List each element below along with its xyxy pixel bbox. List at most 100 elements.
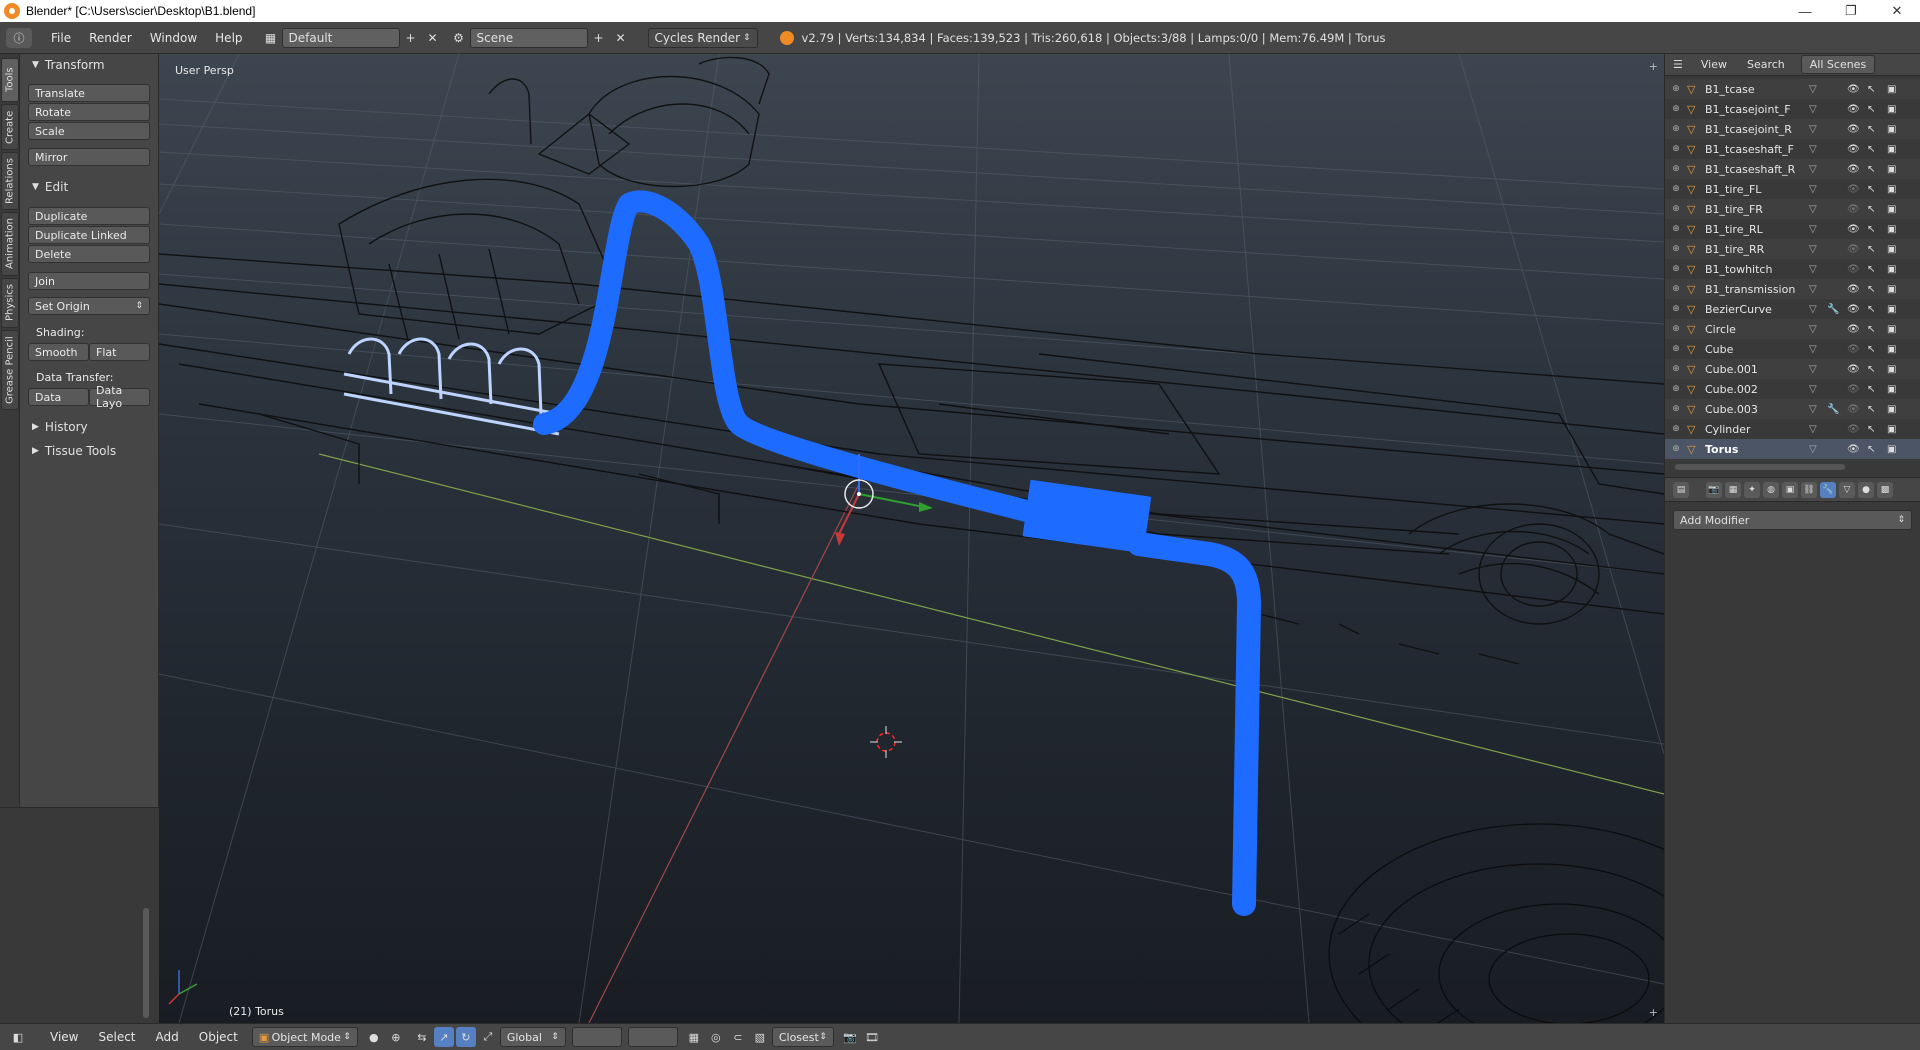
duplicate-button[interactable]: Duplicate [28,207,150,225]
add-modifier-select[interactable]: Add Modifier ⇕ [1673,510,1912,530]
outliner-item[interactable]: ⊕ ▽ B1_tire_FL ▽ 👁 ↖ ▣ [1665,179,1920,199]
tab-animation[interactable]: Animation [1,212,19,276]
outliner-item-name[interactable]: B1_tcasejoint_R [1705,123,1809,136]
camera-render-icon[interactable]: ▣ [1887,384,1896,395]
outliner-editor-icon[interactable]: ☰ [1665,58,1691,71]
mesh-data-icon[interactable]: ▽ [1809,144,1827,155]
outliner-search-menu[interactable]: Search [1737,58,1795,71]
camera-render-icon[interactable]: ▣ [1887,184,1896,195]
viewport-corner-plus-icon-bottom[interactable]: + [1649,1006,1658,1019]
viewport-shading-icon[interactable]: ● [364,1027,384,1047]
cursor-select-icon[interactable]: ↖ [1867,444,1875,455]
camera-render-icon[interactable]: ▣ [1887,364,1896,375]
outliner-item[interactable]: ⊕ ▽ B1_tcaseshaft_F ▽ 👁 ↖ ▣ [1665,139,1920,159]
cursor-select-icon[interactable]: ↖ [1867,304,1875,315]
tab-create[interactable]: Create [1,104,19,150]
outliner-item[interactable]: ⊕ ▽ B1_transmission ▽ 👁 ↖ ▣ [1665,279,1920,299]
minimize-button[interactable]: — [1782,0,1828,22]
mesh-data-icon[interactable]: ▽ [1809,424,1827,435]
texture-tab-icon[interactable]: ▩ [1877,481,1893,498]
outliner-item[interactable]: ⊕ ▽ B1_tcase ▽ 👁 ↖ ▣ [1665,79,1920,99]
scene-field[interactable]: Scene [469,27,588,48]
outliner-item-name[interactable]: Cube [1705,343,1809,356]
outliner-item-name[interactable]: Cube.003 [1705,403,1809,416]
scene-tab-icon[interactable]: ✦ [1744,481,1760,498]
expand-icon[interactable]: ⊕ [1665,204,1687,214]
outliner-item[interactable]: ⊕ ▽ Cylinder ▽ 👁 ↖ ▣ [1665,419,1920,439]
translate-button[interactable]: Translate [28,84,150,102]
mesh-data-icon[interactable]: ▽ [1809,204,1827,215]
constraints-tab-icon[interactable]: ⛓ [1801,481,1817,498]
join-button[interactable]: Join [28,272,150,290]
outliner-item-name[interactable]: B1_tcaseshaft_R [1705,163,1809,176]
scale-button[interactable]: Scale [28,122,150,140]
editor-type-icon[interactable]: ◧ [8,1027,28,1047]
outliner-item-name[interactable]: B1_towhitch [1705,263,1809,276]
mesh-data-icon[interactable]: ▽ [1809,324,1827,335]
mesh-data-icon[interactable]: ▽ [1809,84,1827,95]
camera-render-icon[interactable]: ▣ [1887,324,1896,335]
camera-render-icon[interactable]: ▣ [1887,224,1896,235]
mesh-data-icon[interactable]: ▽ [1809,344,1827,355]
eye-closed-icon[interactable]: 👁 [1847,344,1860,355]
eye-icon[interactable]: 👁 [1847,284,1860,295]
mesh-data-icon[interactable]: ▽ [1809,124,1827,135]
wrench-icon[interactable]: 🔧 [1827,304,1843,315]
camera-render-icon[interactable]: ▣ [1887,104,1896,115]
eye-icon[interactable]: 👁 [1847,84,1860,95]
scale-manipulator-icon[interactable]: ⤢ [478,1027,498,1047]
camera-render-icon[interactable]: ▣ [1887,164,1896,175]
data-tab-icon[interactable]: ▽ [1839,481,1855,498]
snap-element-icon[interactable]: ▧ [750,1027,770,1047]
opengl-render-icon[interactable]: 📷 [840,1027,860,1047]
eye-closed-icon[interactable]: 👁 [1847,204,1860,215]
outliner-item-name[interactable]: Circle [1705,323,1809,336]
cursor-select-icon[interactable]: ↖ [1867,164,1875,175]
eye-closed-icon[interactable]: 👁 [1847,264,1860,275]
viewport-corner-plus-icon[interactable]: + [1649,60,1658,73]
screen-layout-icon[interactable]: ▦ [260,28,282,48]
cursor-select-icon[interactable]: ↖ [1867,364,1875,375]
operator-scrollbar[interactable] [143,908,149,1018]
outliner-item[interactable]: ⊕ ▽ B1_towhitch ▽ 👁 ↖ ▣ [1665,259,1920,279]
eye-icon[interactable]: 👁 [1847,364,1860,375]
tab-tools[interactable]: Tools [1,58,19,102]
add-scene-icon[interactable]: + [588,28,610,48]
outliner-item[interactable]: ⊕ ▽ B1_tire_FR ▽ 👁 ↖ ▣ [1665,199,1920,219]
eye-closed-icon[interactable]: 👁 [1847,424,1860,435]
outliner-scrollbar[interactable] [1675,464,1845,470]
camera-render-icon[interactable]: ▣ [1887,284,1896,295]
camera-render-icon[interactable]: ▣ [1887,404,1896,415]
expand-icon[interactable]: ⊕ [1665,124,1687,134]
outliner-item-name[interactable]: B1_tcasejoint_F [1705,103,1809,116]
outliner-item-name[interactable]: Cylinder [1705,423,1809,436]
outliner-item[interactable]: ⊕ ▽ B1_tcasejoint_R ▽ 👁 ↖ ▣ [1665,119,1920,139]
camera-render-icon[interactable]: ▣ [1887,84,1896,95]
camera-render-icon[interactable]: ▣ [1887,144,1896,155]
menu-add[interactable]: Add [156,1030,179,1044]
cursor-select-icon[interactable]: ↖ [1867,384,1875,395]
outliner-item[interactable]: ⊕ ▽ BezierCurve ▽ 🔧 👁 ↖ ▣ [1665,299,1920,319]
outliner-item-name[interactable]: B1_tcaseshaft_F [1705,143,1809,156]
mesh-data-icon[interactable]: ▽ [1809,384,1827,395]
render-engine-select[interactable]: Cycles Render ⇕ [647,27,758,48]
expand-icon[interactable]: ⊕ [1665,444,1687,454]
render-layers-tab-icon[interactable]: ▦ [1725,481,1741,498]
menu-select[interactable]: Select [98,1030,135,1044]
flat-button[interactable]: Flat [89,343,150,361]
opengl-anim-icon[interactable]: 🎞 [862,1027,882,1047]
remove-layout-icon[interactable]: ✕ [422,28,444,48]
outliner-item[interactable]: ⊕ ▽ B1_tire_RL ▽ 👁 ↖ ▣ [1665,219,1920,239]
expand-icon[interactable]: ⊕ [1665,164,1687,174]
eye-icon[interactable]: 👁 [1847,144,1860,155]
expand-icon[interactable]: ⊕ [1665,304,1687,314]
outliner-item-name[interactable]: Cube.002 [1705,383,1809,396]
add-layout-icon[interactable]: + [400,28,422,48]
eye-closed-icon[interactable]: 👁 [1847,404,1860,415]
menu-view[interactable]: View [50,1030,78,1044]
translate-manipulator-icon[interactable]: ↗ [433,1027,454,1047]
set-origin-select[interactable]: Set Origin ⇕ [28,297,150,315]
eye-icon[interactable]: 👁 [1847,124,1860,135]
cursor-select-icon[interactable]: ↖ [1867,284,1875,295]
menu-object[interactable]: Object [199,1030,238,1044]
